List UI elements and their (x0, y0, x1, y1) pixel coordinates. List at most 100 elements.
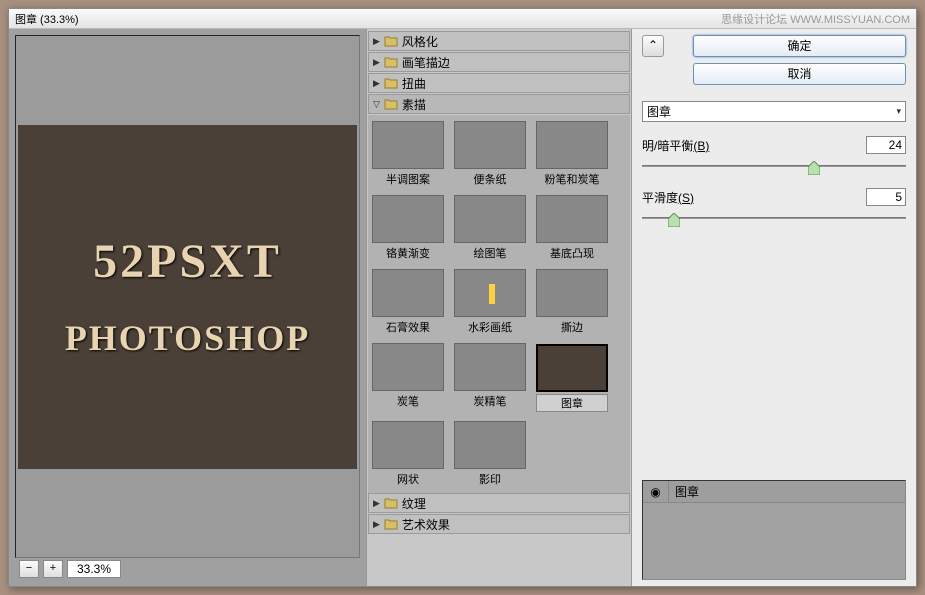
chevron-up-icon: ⌃ (648, 38, 658, 52)
folder-icon (384, 496, 398, 510)
triangle-right-icon: ▶ (373, 498, 380, 509)
category-label: 风格化 (402, 33, 438, 50)
visibility-icon[interactable]: ◉ (643, 481, 669, 503)
smoothness-input[interactable]: 5 (866, 188, 906, 206)
thumb-label: 炭笔 (372, 393, 444, 409)
smoothness-slider[interactable] (642, 210, 906, 226)
category-label: 纹理 (402, 495, 426, 512)
parameters-panel: ⌃ 确定 取消 图章 ▾ 明/暗平衡(B) 24 (632, 29, 916, 586)
triangle-right-icon: ▶ (373, 519, 380, 530)
zoom-in-button[interactable]: + (43, 560, 63, 578)
zoom-out-button[interactable]: − (19, 560, 39, 578)
effect-layer-row[interactable]: ◉ 图章 (643, 481, 905, 503)
thumb-label: 炭精笔 (454, 393, 526, 409)
folder-icon (384, 34, 398, 48)
filter-torn-edges[interactable]: 撕边 (536, 269, 608, 335)
category-label: 扭曲 (402, 75, 426, 92)
parameter-controls: 图章 ▾ 明/暗平衡(B) 24 平滑度(S) 5 (642, 101, 906, 240)
filter-photocopy[interactable]: 影印 (454, 421, 526, 487)
filter-water-paper[interactable]: 水彩画纸 (454, 269, 526, 335)
thumb-image (536, 344, 608, 392)
titlebar: 图章 (33.3%) 思缘设计论坛 WWW.MISSYUAN.COM (9, 9, 916, 29)
category-artistic[interactable]: ▶ 艺术效果 (368, 514, 630, 534)
folder-icon (384, 517, 398, 531)
preview-text-2: PHOTOSHOP (65, 317, 310, 359)
ok-button[interactable]: 确定 (693, 35, 906, 57)
filter-bas-relief[interactable]: 基底凸现 (536, 195, 608, 261)
dialog-content: 52PSXT PHOTOSHOP − + 33.3% ▶ 风格化 ▶ 画笔描边 (9, 29, 916, 586)
smoothness-label: 平滑度(S) (642, 189, 694, 206)
folder-icon (384, 97, 398, 111)
thumb-image (454, 421, 526, 469)
category-stylize[interactable]: ▶ 风格化 (368, 31, 630, 51)
filter-halftone-pattern[interactable]: 半调图案 (372, 121, 444, 187)
watermark-text: 思缘设计论坛 WWW.MISSYUAN.COM (721, 11, 910, 27)
thumb-label: 铬黄渐变 (372, 245, 444, 261)
category-label: 素描 (402, 96, 426, 113)
thumb-image (454, 195, 526, 243)
category-sketch[interactable]: ▽ 素描 (368, 94, 630, 114)
filter-chalk-charcoal[interactable]: 粉笔和炭笔 (536, 121, 608, 187)
collapse-panel-button[interactable]: ⌃ (642, 35, 664, 57)
slider-track-line (642, 217, 906, 219)
category-texture[interactable]: ▶ 纹理 (368, 493, 630, 513)
thumb-label: 撕边 (536, 319, 608, 335)
category-distort[interactable]: ▶ 扭曲 (368, 73, 630, 93)
filter-gallery-dialog: 图章 (33.3%) 思缘设计论坛 WWW.MISSYUAN.COM 52PSX… (8, 8, 917, 587)
thumb-image (536, 121, 608, 169)
preview-panel: 52PSXT PHOTOSHOP − + 33.3% (9, 29, 366, 586)
filter-reticulation[interactable]: 网状 (372, 421, 444, 487)
thumb-image (372, 343, 444, 391)
filter-note-paper[interactable]: 便条纸 (454, 121, 526, 187)
preview-viewport[interactable]: 52PSXT PHOTOSHOP (15, 35, 360, 558)
thumb-label: 粉笔和炭笔 (536, 171, 608, 187)
effect-layer-name: 图章 (669, 483, 705, 500)
thumb-image (536, 195, 608, 243)
preview-controls: − + 33.3% (15, 558, 360, 580)
filter-select-value: 图章 (647, 103, 671, 120)
triangle-right-icon: ▶ (373, 78, 380, 89)
filter-chrome[interactable]: 铬黄渐变 (372, 195, 444, 261)
thumb-label: 绘图笔 (454, 245, 526, 261)
slider-handle[interactable] (668, 213, 680, 227)
thumb-label: 水彩画纸 (454, 319, 526, 335)
filter-select[interactable]: 图章 ▾ (642, 101, 906, 122)
filter-categories-panel[interactable]: ▶ 风格化 ▶ 画笔描边 ▶ 扭曲 ▽ 素描 半调图案 便条纸 (366, 29, 632, 586)
zoom-value[interactable]: 33.3% (67, 560, 121, 578)
filter-charcoal[interactable]: 炭笔 (372, 343, 444, 413)
triangle-down-icon: ▽ (373, 99, 380, 110)
thumb-image (372, 421, 444, 469)
thumb-label: 网状 (372, 471, 444, 487)
balance-label: 明/暗平衡(B) (642, 137, 709, 154)
filter-thumbnails: 半调图案 便条纸 粉笔和炭笔 铬黄渐变 绘图笔 基底凸现 石膏效果 水彩画纸 撕… (368, 115, 630, 493)
balance-slider[interactable] (642, 158, 906, 174)
slider-handle[interactable] (808, 161, 820, 175)
thumb-image (536, 269, 608, 317)
filter-plaster[interactable]: 石膏效果 (372, 269, 444, 335)
cancel-button[interactable]: 取消 (693, 63, 906, 85)
triangle-right-icon: ▶ (373, 57, 380, 68)
window-title: 图章 (33.3%) (15, 11, 79, 27)
slider-track-line (642, 165, 906, 167)
chevron-down-icon: ▾ (896, 106, 901, 117)
preview-image: 52PSXT PHOTOSHOP (18, 125, 357, 469)
triangle-right-icon: ▶ (373, 36, 380, 47)
category-brush-strokes[interactable]: ▶ 画笔描边 (368, 52, 630, 72)
thumb-label: 影印 (454, 471, 526, 487)
thumb-label: 基底凸现 (536, 245, 608, 261)
thumb-image (454, 343, 526, 391)
folder-icon (384, 76, 398, 90)
effect-layers-panel: ◉ 图章 (642, 480, 906, 580)
category-label: 艺术效果 (402, 516, 450, 533)
balance-input[interactable]: 24 (866, 136, 906, 154)
thumb-label: 半调图案 (372, 171, 444, 187)
filter-graphic-pen[interactable]: 绘图笔 (454, 195, 526, 261)
category-label: 画笔描边 (402, 54, 450, 71)
thumb-image (372, 195, 444, 243)
filter-conte-crayon[interactable]: 炭精笔 (454, 343, 526, 413)
thumb-label: 图章 (536, 394, 608, 412)
thumb-image (372, 121, 444, 169)
filter-stamp[interactable]: 图章 (536, 343, 608, 413)
thumb-image (372, 269, 444, 317)
folder-icon (384, 55, 398, 69)
